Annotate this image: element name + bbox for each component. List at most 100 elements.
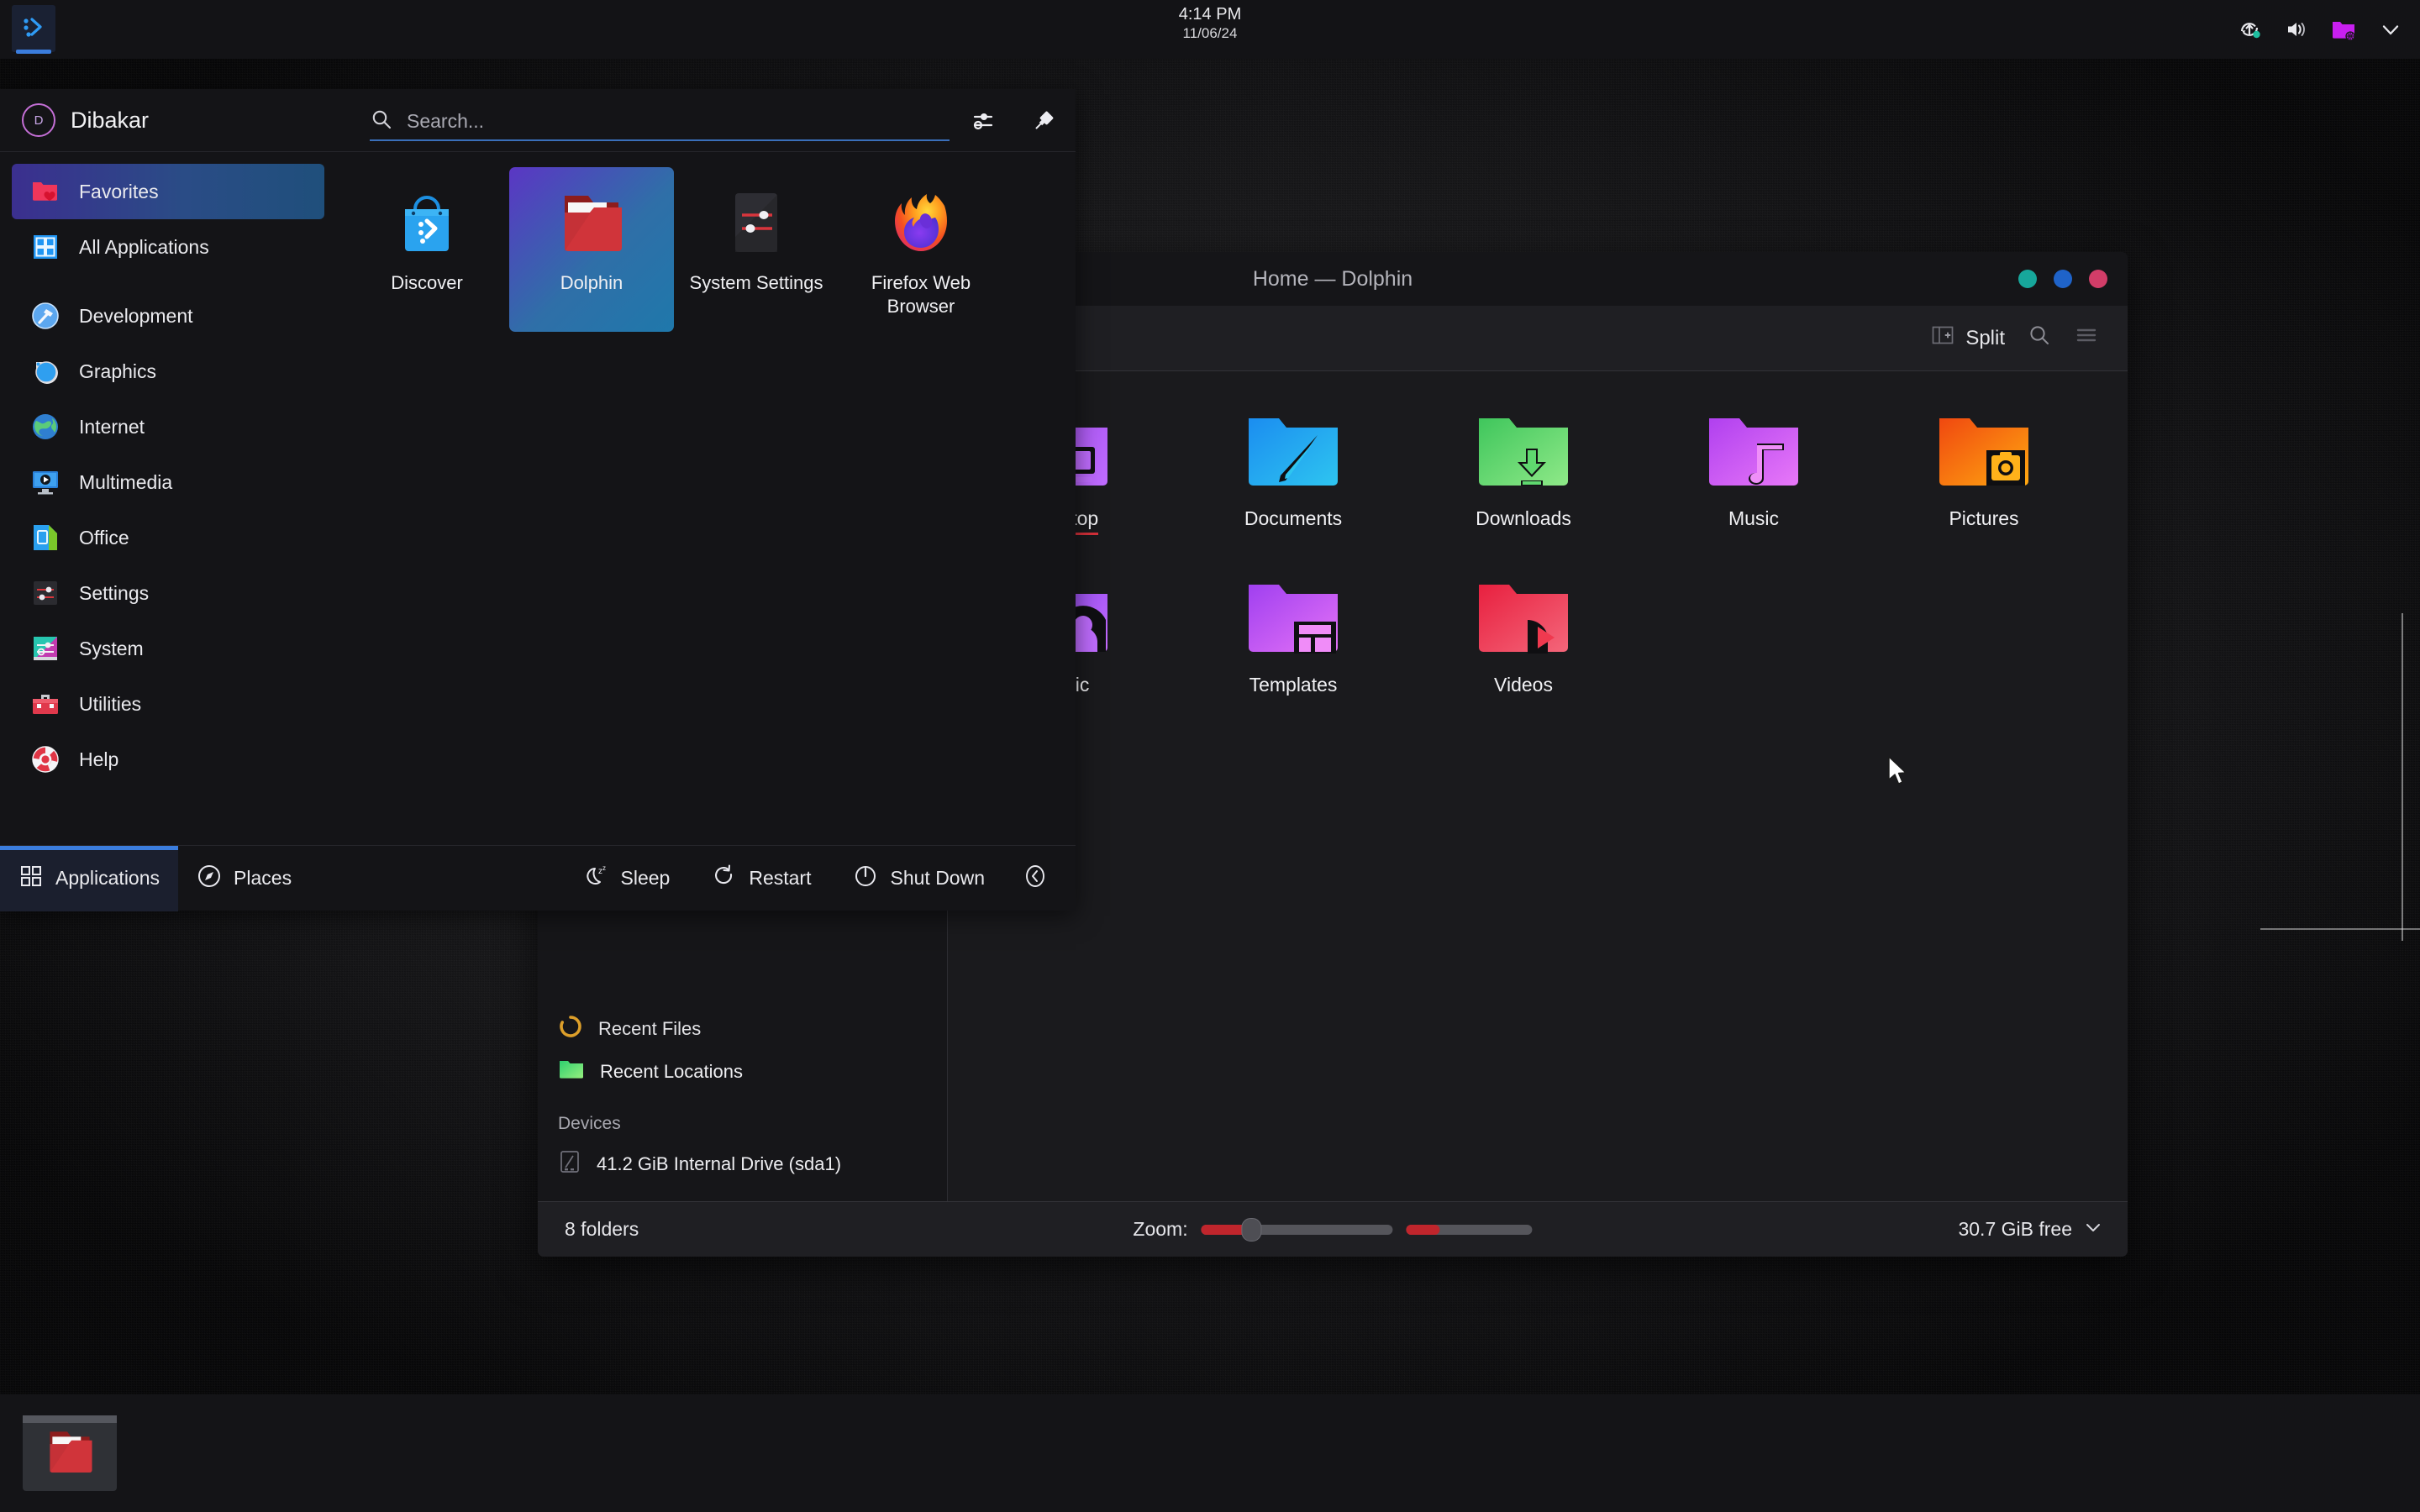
network-folder-icon[interactable]: [2329, 15, 2358, 44]
split-view-icon: [1930, 323, 1955, 354]
grid-icon: [18, 864, 44, 894]
shutdown-button[interactable]: Shut Down: [834, 846, 1003, 911]
launcher-active-indicator: [16, 50, 51, 54]
zoom-slider-handle[interactable]: [1242, 1218, 1262, 1242]
sliders-icon: [970, 108, 997, 139]
menu-header: D Dibakar: [0, 89, 1076, 152]
folder-item-pictures[interactable]: Pictures: [1869, 393, 2099, 559]
places-devices-header: Devices: [538, 1114, 947, 1134]
restart-button[interactable]: Restart: [693, 846, 829, 911]
tray-expand-chevron-icon[interactable]: [2376, 15, 2405, 44]
globe-icon: [30, 412, 60, 442]
sidebar-item-graphics[interactable]: Graphics: [12, 344, 324, 399]
wallpaper-horizontal-line: [2260, 928, 2420, 930]
tab-applications[interactable]: Applications: [0, 846, 178, 911]
place-label: Recent Locations: [600, 1061, 743, 1083]
favorites-grid: Discover Dolphin: [336, 152, 1076, 845]
recent-files-icon: [558, 1014, 583, 1044]
sidebar-item-favorites[interactable]: Favorites: [12, 164, 324, 219]
sidebar-item-office[interactable]: Office: [12, 510, 324, 565]
pin-button[interactable]: [1027, 106, 1060, 139]
search-button[interactable]: [2027, 323, 2052, 354]
folder-item-downloads[interactable]: Downloads: [1408, 393, 1639, 559]
sleep-button[interactable]: z z Sleep: [566, 846, 689, 911]
taskbar: [0, 1394, 2420, 1512]
power-icon: [853, 864, 878, 894]
sidebar-item-development[interactable]: Development: [12, 288, 324, 344]
place-item-recent-locations[interactable]: Recent Locations: [538, 1048, 947, 1095]
folder-heart-icon: [30, 176, 60, 207]
graphics-sphere-icon: [30, 356, 60, 386]
split-view-label: Split: [1965, 327, 2005, 350]
collapse-button[interactable]: [1008, 846, 1062, 911]
sidebar-item-multimedia[interactable]: Multimedia: [12, 454, 324, 510]
moon-z-icon: z z: [584, 864, 609, 894]
maximize-button[interactable]: [2054, 270, 2072, 288]
folder-label: Videos: [1494, 674, 1553, 700]
sidebar-item-all-applications[interactable]: All Applications: [12, 219, 324, 275]
folder-view[interactable]: Desktop Documents: [948, 371, 2128, 1201]
compass-icon: [197, 864, 222, 894]
sidebar-item-label: Internet: [79, 416, 145, 438]
sidebar-item-label: Office: [79, 527, 129, 549]
sidebar-item-internet[interactable]: Internet: [12, 399, 324, 454]
chevron-left-circle-icon: [1022, 863, 1049, 895]
place-item-recent-files[interactable]: Recent Files: [538, 1010, 947, 1048]
toolbox-icon: [30, 689, 60, 719]
menu-button[interactable]: [2074, 323, 2099, 354]
application-menu: D Dibakar: [0, 89, 1076, 911]
sidebar-item-utilities[interactable]: Utilities: [12, 676, 324, 732]
avatar[interactable]: D: [22, 103, 55, 137]
system-prefs-icon: [30, 633, 60, 664]
app-tile-dolphin[interactable]: Dolphin: [509, 167, 674, 332]
sidebar-item-system[interactable]: System: [12, 621, 324, 676]
place-item-internal-drive[interactable]: 41.2 GiB Internal Drive (sda1): [538, 1141, 947, 1188]
folder-item-templates[interactable]: Templates: [1178, 559, 1408, 726]
zoom-slider[interactable]: [1202, 1225, 1393, 1235]
sidebar-item-label: Help: [79, 748, 118, 771]
free-space-label: 30.7 GiB free: [1958, 1218, 2072, 1241]
taskbar-dolphin[interactable]: [23, 1415, 117, 1491]
category-separator: [0, 275, 336, 288]
tab-places[interactable]: Places: [178, 846, 310, 911]
app-tile-firefox[interactable]: Firefox Web Browser: [839, 167, 1003, 332]
templates-folder-icon: [1239, 571, 1347, 665]
split-view-button[interactable]: Split: [1930, 323, 2005, 354]
category-list: Favorites All Applications: [0, 152, 336, 845]
sidebar-item-help[interactable]: Help: [12, 732, 324, 787]
folder-item-documents[interactable]: Documents: [1178, 393, 1408, 559]
app-tile-system-settings[interactable]: System Settings: [674, 167, 839, 332]
panel-clock[interactable]: 4:14 PM 11/06/24: [0, 5, 2420, 42]
place-label: Recent Files: [598, 1018, 701, 1040]
search-field[interactable]: [370, 102, 950, 141]
search-input[interactable]: [407, 110, 894, 133]
kde-launcher-icon: [21, 13, 46, 45]
minimize-button[interactable]: [2018, 270, 2037, 288]
app-tile-label: Dolphin: [516, 271, 667, 295]
pin-icon: [1030, 108, 1057, 139]
updates-icon[interactable]: [2235, 15, 2264, 44]
folder-item-music[interactable]: Music: [1639, 393, 1869, 559]
zoom-slider-secondary[interactable]: [1407, 1225, 1533, 1235]
document-icon: [30, 522, 60, 553]
svg-text:z: z: [602, 864, 606, 872]
power-label: Shut Down: [890, 867, 985, 890]
folder-item-videos[interactable]: Videos: [1408, 559, 1639, 726]
power-label: Sleep: [621, 867, 671, 890]
volume-icon[interactable]: [2282, 15, 2311, 44]
taskbar-item-strip: [23, 1415, 117, 1423]
folder-label: Downloads: [1476, 507, 1571, 533]
sidebar-item-label: Graphics: [79, 360, 156, 383]
app-tile-discover[interactable]: Discover: [345, 167, 509, 332]
mouse-pointer: [1887, 756, 1909, 792]
folder-label: Documents: [1244, 507, 1342, 533]
application-launcher-button[interactable]: [12, 5, 55, 52]
music-folder-icon: [1700, 405, 1807, 499]
internal-drive-icon: [558, 1149, 581, 1179]
clock-date: 11/06/24: [0, 25, 2420, 42]
grid-apps-icon: [30, 232, 60, 262]
sidebar-item-settings[interactable]: Settings: [12, 565, 324, 621]
configure-button[interactable]: [966, 106, 1000, 139]
close-button[interactable]: [2089, 270, 2107, 288]
chevron-down-icon[interactable]: [2082, 1216, 2104, 1242]
